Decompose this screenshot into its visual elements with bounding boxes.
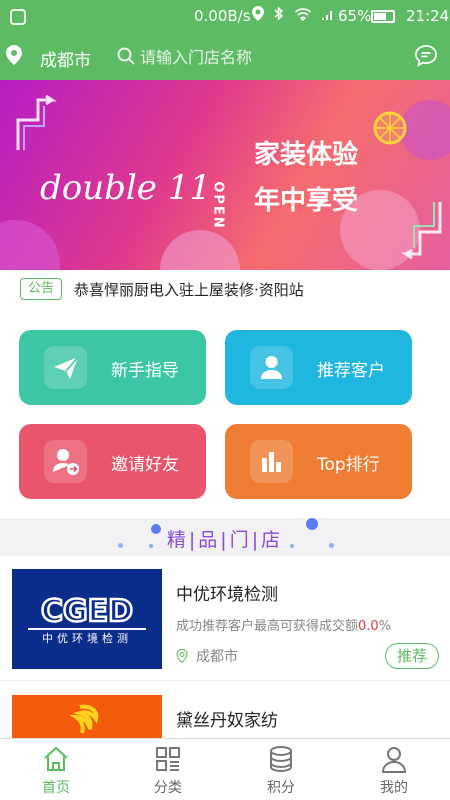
battery-percent: 65% [338, 7, 372, 25]
commission-percent-sign: % [378, 619, 392, 634]
nav-profile-label: 我的 [380, 780, 408, 796]
nav-category[interactable]: 分类 [112, 739, 224, 800]
announcement-bar[interactable]: 公告 恭喜悍丽厨电入驻上屋装修·资阳站 [0, 270, 450, 310]
invite-user-icon [44, 440, 87, 483]
coins-icon [270, 746, 292, 773]
clock: 21:24 [406, 7, 450, 25]
commission-percent: 0.0 [358, 619, 379, 634]
store-name[interactable]: 黛丝丹奴家纺 [176, 706, 278, 731]
nav-category-label: 分类 [154, 780, 182, 796]
nav-profile[interactable]: 我的 [338, 739, 450, 800]
paper-plane-icon [44, 346, 87, 389]
store-city: 成都市 [196, 649, 238, 665]
beginner-guide-button[interactable]: 新手指导 [19, 330, 206, 405]
search-icon [117, 47, 135, 65]
user-icon [250, 346, 293, 389]
profile-icon [381, 747, 407, 773]
bluetooth-icon [274, 6, 284, 21]
nav-home[interactable]: 首页 [0, 739, 112, 800]
store-name[interactable]: 中优环境检测 [176, 580, 278, 605]
category-icon [156, 747, 180, 771]
store-commission-text: 成功推荐客户最高可获得成交额0.0% [176, 615, 391, 634]
commission-label: 成功推荐客户最高可获得成交额 [176, 619, 359, 634]
store-location: 成都市 [176, 646, 238, 666]
nav-home-label: 首页 [42, 780, 70, 796]
store-search-input[interactable] [140, 45, 390, 69]
beginner-guide-label: 新手指导 [111, 361, 179, 381]
lemon-slice-icon [373, 111, 407, 145]
recommend-button[interactable]: 推荐 [385, 643, 439, 669]
neon-arrow-icon [16, 94, 57, 150]
featured-stores-header: 精|品|门|店 [0, 518, 450, 556]
invite-friends-button[interactable]: 邀请好友 [19, 424, 206, 499]
announcement-badge: 公告 [20, 278, 62, 300]
announcement-text[interactable]: 恭喜悍丽厨电入驻上屋装修·资阳站 [74, 279, 304, 300]
network-speed: 0.00B/s [194, 7, 251, 25]
battery-icon [371, 10, 395, 23]
signal-icon [322, 11, 333, 20]
store-card[interactable]: CGED 中优环境检测 中优环境检测 成功推荐客户最高可获得成交额0.0% 成都… [0, 556, 450, 681]
status-bar: 0.00B/s 65% 21:24 [0, 0, 450, 34]
banner-open-text: OPEN [210, 181, 226, 230]
bottom-navigation: 首页 分类 积分 我的 [0, 738, 450, 800]
recommend-customer-button[interactable]: 推荐客户 [225, 330, 412, 405]
store-logo-text: CGED [41, 594, 133, 629]
app-notification-icon [10, 9, 26, 25]
promo-banner[interactable]: double 11 OPEN 家装体验 年中享受 [0, 80, 450, 270]
bar-chart-icon [250, 440, 293, 483]
banner-bubble [160, 230, 240, 270]
home-icon [44, 746, 68, 771]
banner-headline-1: 家装体验 [254, 140, 359, 170]
top-ranking-label: Top排行 [317, 455, 380, 475]
store-card[interactable]: 黛丝丹奴家纺 [0, 682, 450, 738]
nav-points-label: 积分 [267, 780, 295, 796]
invite-friends-label: 邀请好友 [111, 455, 179, 475]
top-ranking-button[interactable]: Top排行 [225, 424, 412, 499]
message-icon[interactable] [414, 44, 438, 68]
header-bar: 成都市 [0, 34, 450, 80]
location-pin-icon [176, 649, 188, 663]
recommend-customer-label: 推荐客户 [317, 361, 385, 381]
banner-bubble [0, 220, 60, 270]
location-status-icon [252, 6, 264, 21]
location-pin-icon[interactable] [6, 45, 22, 65]
wifi-icon [294, 8, 311, 22]
nav-points[interactable]: 积分 [225, 739, 337, 800]
banner-script-text: double 11 [40, 168, 211, 208]
city-selector[interactable]: 成都市 [40, 46, 91, 71]
store-logo [12, 695, 162, 738]
section-title: 精|品|门|店 [166, 529, 284, 551]
banner-headline-2: 年中享受 [254, 186, 359, 216]
store-logo: CGED 中优环境检测 [12, 569, 162, 669]
store-logo-subtext: 中优环境检测 [42, 631, 132, 645]
status-icons [252, 6, 335, 23]
neon-arrow-icon [401, 202, 442, 260]
